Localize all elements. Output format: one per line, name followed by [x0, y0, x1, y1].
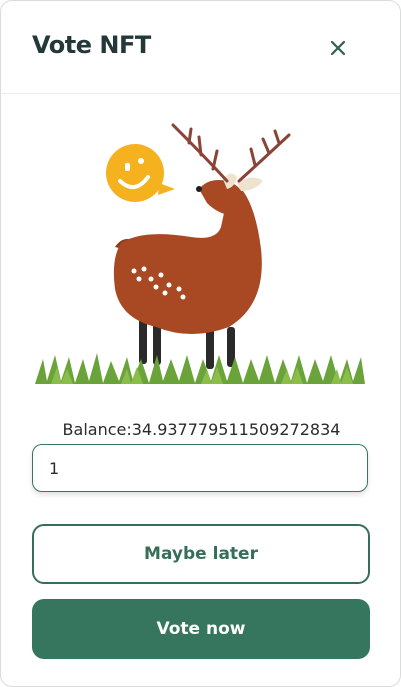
vote-nft-modal: Vote NFT Balance:34.937779511509272834 1… [0, 0, 401, 687]
maybe-later-button[interactable]: Maybe later [32, 524, 370, 584]
amount-input[interactable] [33, 445, 367, 491]
modal-header: Vote NFT [1, 1, 400, 94]
vote-now-button[interactable]: Vote now [32, 599, 370, 659]
balance-label: Balance:34.937779511509272834 [62, 420, 341, 439]
smiley-bubble-icon [106, 144, 175, 202]
deer-illustration [35, 123, 365, 384]
modal-title: Vote NFT [32, 31, 151, 59]
amount-field[interactable] [32, 444, 368, 492]
close-icon[interactable] [327, 37, 349, 59]
